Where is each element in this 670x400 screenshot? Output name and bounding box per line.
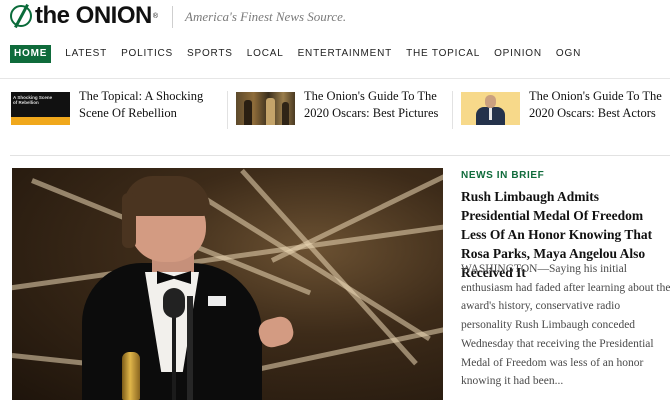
story-thumbnail[interactable] (461, 92, 520, 125)
thumbnail-bar (11, 117, 70, 125)
section-divider (10, 155, 670, 156)
figure-hair (124, 176, 210, 216)
story-thumbnail[interactable] (236, 92, 295, 125)
story-title[interactable]: The Onion's Guide To The 2020 Oscars: Be… (529, 88, 670, 122)
thumbnail-figure (244, 100, 252, 125)
nav-item-politics[interactable]: POLITICS (121, 45, 173, 63)
pocket-square (208, 296, 226, 306)
nav-item-latest[interactable]: LATEST (65, 45, 107, 63)
top-story-item[interactable]: The Onion's Guide To The 2020 Oscars: Be… (236, 88, 454, 133)
nav-item-local[interactable]: LOCAL (247, 45, 284, 63)
feature-excerpt: WASHINGTON—Saying his initial enthusiasm… (461, 263, 670, 388)
story-title[interactable]: The Topical: A Shocking Scene Of Rebelli… (79, 88, 229, 122)
top-story-item[interactable]: The Onion's Guide To The 2020 Oscars: Be… (461, 88, 670, 133)
story-divider (452, 91, 453, 129)
header-divider (172, 6, 173, 28)
thumbnail-figure (485, 95, 496, 108)
nav-item-ogn[interactable]: OGN (556, 45, 581, 63)
nav-item-sports[interactable]: SPORTS (187, 45, 233, 63)
nav-item-opinion[interactable]: OPINION (494, 45, 542, 63)
microphone-stand (187, 296, 193, 400)
nav-item-entertainment[interactable]: ENTERTAINMENT (298, 45, 392, 63)
logo-text: the ONION (35, 2, 152, 29)
story-divider (227, 91, 228, 129)
thumbnail-figure (282, 102, 289, 125)
top-story-item[interactable]: A Shocking Scene of Rebellion The Topica… (11, 88, 229, 133)
top-stories-strip: A Shocking Scene of Rebellion The Topica… (0, 88, 670, 133)
oscar-statuette (122, 352, 140, 400)
nav-item-home[interactable]: HOME (10, 45, 52, 63)
nav-item-the-topical[interactable]: THE TOPICAL (406, 45, 480, 63)
thumbnail-caption: A Shocking Scene of Rebellion (13, 95, 53, 105)
thumbnail-figure (266, 98, 275, 125)
story-thumbnail[interactable]: A Shocking Scene of Rebellion (11, 92, 70, 125)
site-tagline: America's Finest News Source. (185, 9, 347, 24)
nav-divider (0, 78, 670, 79)
microphone (163, 288, 185, 318)
onion-slash-logo-icon (10, 5, 32, 27)
thumbnail-figure (489, 108, 492, 120)
onion-logo[interactable]: the ONION ® (10, 3, 158, 29)
stage-light-beam (270, 170, 443, 263)
registered-mark: ® (152, 12, 159, 20)
news-in-brief-label[interactable]: NEWS IN BRIEF (461, 170, 544, 181)
figure-hair (122, 193, 136, 248)
feature-image[interactable] (12, 168, 443, 400)
story-title[interactable]: The Onion's Guide To The 2020 Oscars: Be… (304, 88, 454, 122)
main-nav: HOME LATEST POLITICS SPORTS LOCAL ENTERT… (10, 45, 595, 63)
site-header: the ONION ® America's Finest News Source… (0, 0, 670, 34)
